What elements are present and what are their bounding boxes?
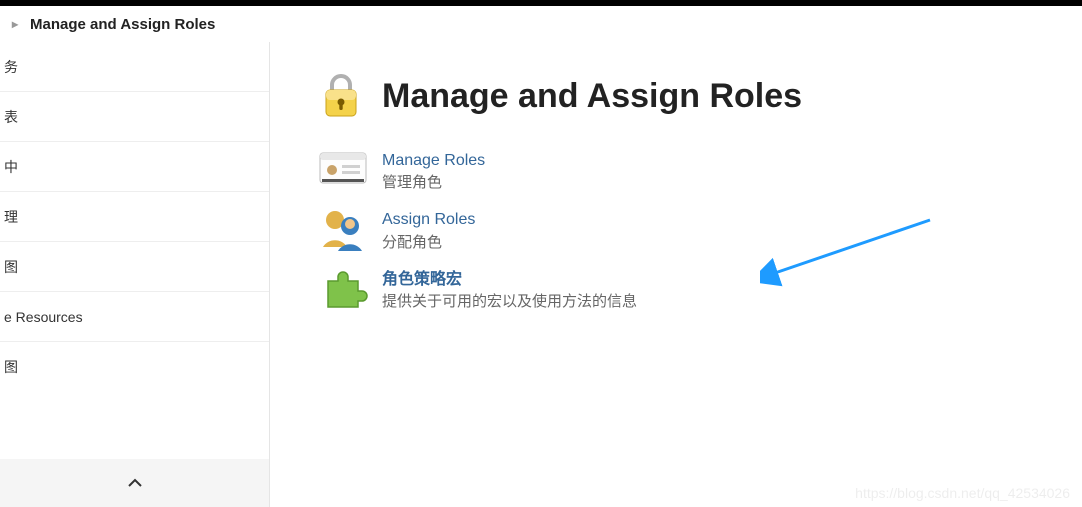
item-texts: 角色策略宏 提供关于可用的宏以及使用方法的信息 [382, 267, 637, 312]
role-strategy-macro-link[interactable]: 角色策略宏 [382, 269, 637, 291]
item-texts: Manage Roles 管理角色 [382, 148, 485, 193]
chevron-up-icon [125, 473, 145, 493]
sidebar-item-label: e Resources [4, 309, 83, 325]
breadcrumb-title: Manage and Assign Roles [30, 16, 215, 33]
users-icon [318, 207, 368, 251]
list-item: 角色策略宏 提供关于可用的宏以及使用方法的信息 [318, 267, 1082, 312]
sidebar-list: 务 表 中 理 图 e Resources 图 [0, 42, 269, 459]
sidebar-item-label: 表 [4, 107, 18, 127]
lock-icon [318, 72, 364, 120]
page-title: Manage and Assign Roles [382, 77, 802, 116]
sidebar-item[interactable]: 图 [0, 342, 269, 392]
sidebar-item-label: 中 [4, 157, 18, 177]
list-item: Manage Roles 管理角色 [318, 148, 1082, 193]
sidebar: 务 表 中 理 图 e Resources 图 [0, 42, 270, 507]
sidebar-item-label: 理 [4, 207, 18, 227]
sidebar-item[interactable]: 务 [0, 42, 269, 92]
sidebar-item[interactable]: 图 [0, 242, 269, 292]
layout: 务 表 中 理 图 e Resources 图 [0, 42, 1082, 507]
sidebar-item[interactable]: e Resources [0, 292, 269, 342]
sidebar-item-label: 图 [4, 257, 18, 277]
sidebar-collapse-button[interactable] [0, 459, 269, 507]
sidebar-item[interactable]: 表 [0, 92, 269, 142]
item-texts: Assign Roles 分配角色 [382, 207, 475, 252]
breadcrumb: ▸ Manage and Assign Roles [0, 6, 1082, 42]
list-item: Assign Roles 分配角色 [318, 207, 1082, 252]
watermark: https://blog.csdn.net/qq_42534026 [855, 485, 1070, 501]
page-title-row: Manage and Assign Roles [318, 72, 1082, 120]
item-description: 分配角色 [382, 232, 475, 253]
sidebar-item[interactable]: 理 [0, 192, 269, 242]
sidebar-item-label: 图 [4, 357, 18, 377]
sidebar-item-label: 务 [4, 57, 18, 77]
puzzle-icon [318, 267, 368, 311]
item-description: 管理角色 [382, 172, 485, 193]
sidebar-item[interactable]: 中 [0, 142, 269, 192]
assign-roles-link[interactable]: Assign Roles [382, 209, 475, 231]
item-description: 提供关于可用的宏以及使用方法的信息 [382, 291, 637, 312]
chevron-right-icon: ▸ [12, 17, 18, 31]
id-card-icon [318, 148, 368, 188]
manage-roles-link[interactable]: Manage Roles [382, 150, 485, 172]
main-content: Manage and Assign Roles Manage Roles 管理角… [270, 42, 1082, 507]
